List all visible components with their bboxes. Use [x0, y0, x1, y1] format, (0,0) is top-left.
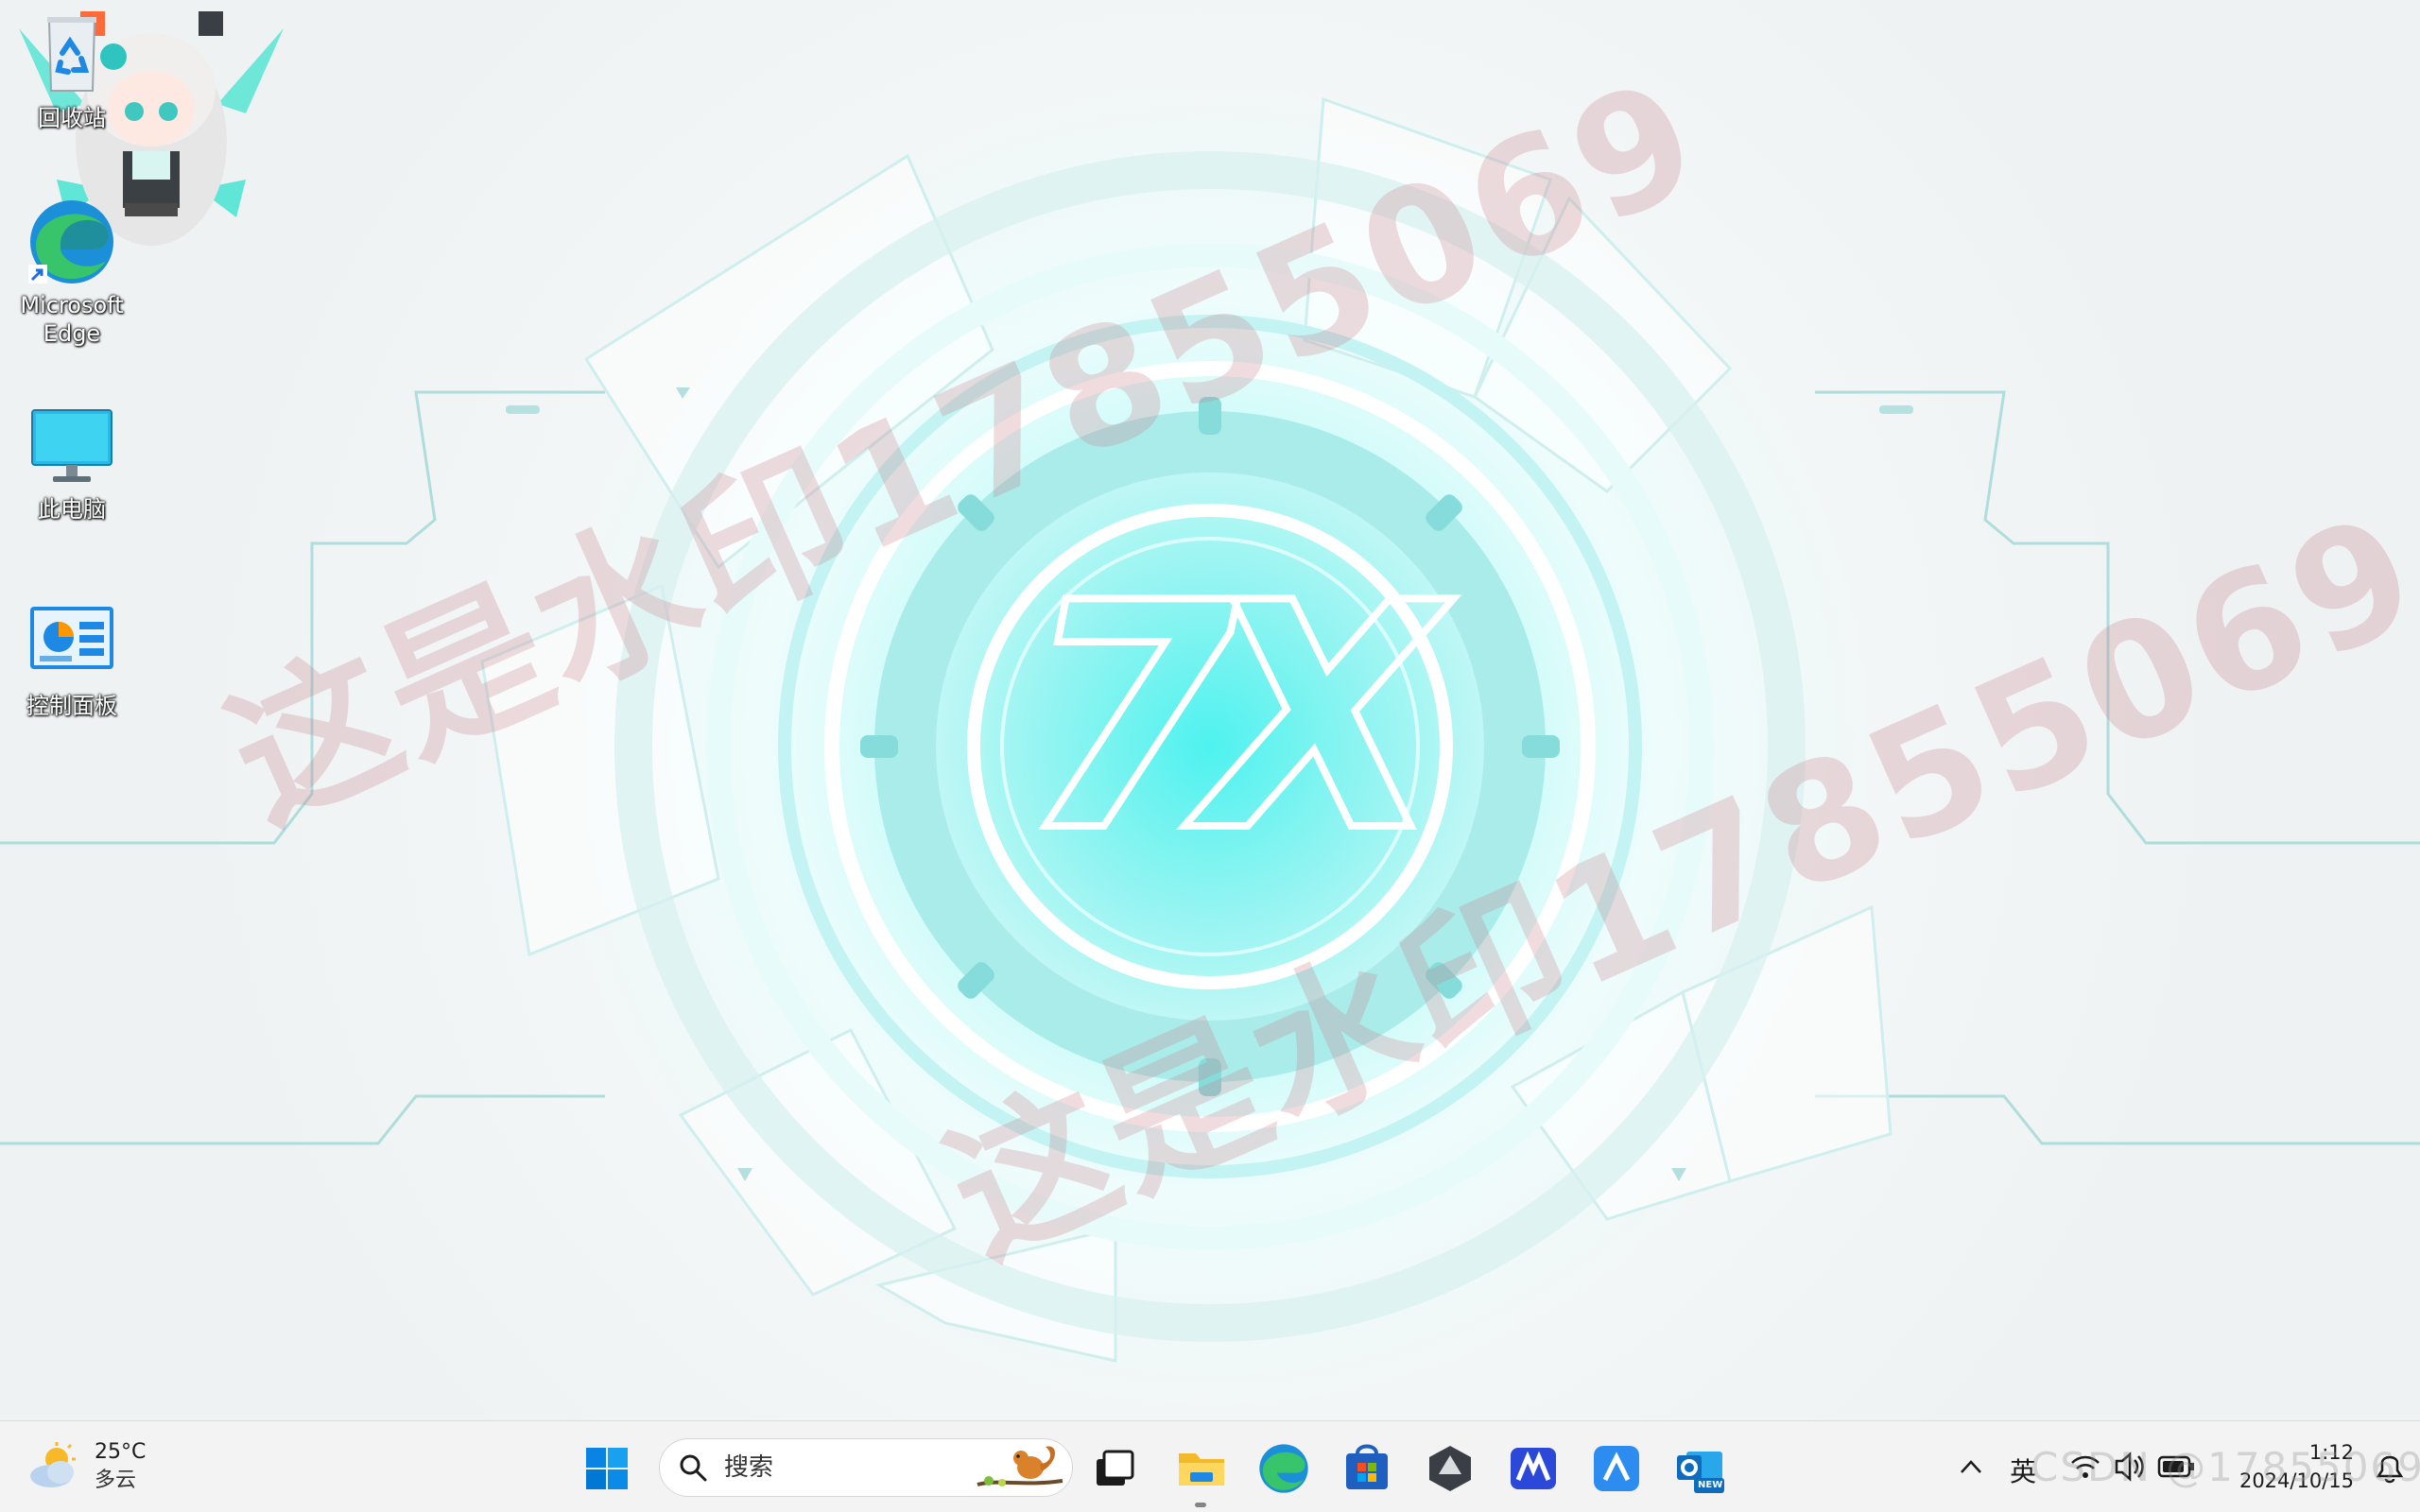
desktop-wallpaper: 7X 这是水印17855069 这是水印17855069 — [0, 0, 2420, 1420]
search-icon — [680, 1454, 707, 1482]
desktop-icon-control-panel[interactable]: 控制面板 — [9, 597, 134, 720]
weather-condition: 多云 — [95, 1469, 137, 1492]
taskbar-app-task-view[interactable] — [1087, 1442, 1140, 1495]
monitor-icon — [26, 401, 117, 491]
task-view-icon — [1097, 1450, 1134, 1486]
taskbar-app-blue[interactable] — [1590, 1442, 1643, 1495]
hexagon-icon — [1429, 1446, 1471, 1491]
running-indicator — [1195, 1503, 1206, 1507]
desktop-icon-label: 回收站 — [38, 105, 106, 131]
windows-logo-icon — [586, 1448, 628, 1489]
footer-watermark: CSDN @17855069 — [2031, 1444, 2420, 1490]
taskbar-app-microsoft-store[interactable] — [1340, 1442, 1393, 1495]
blue-app-icon — [1594, 1446, 1639, 1491]
cloud-sun-icon — [30, 1442, 76, 1487]
weather-widget[interactable]: 25°C 多云 — [28, 1436, 146, 1497]
outlook-new-badge: NEW — [1698, 1480, 1723, 1490]
desktop-icon-this-pc[interactable]: 此电脑 — [9, 401, 134, 524]
store-icon — [1346, 1444, 1388, 1489]
taskbar-app-outlook[interactable]: NEW — [1673, 1442, 1726, 1495]
folder-icon — [1179, 1453, 1224, 1486]
taskbar-app-ai[interactable] — [1507, 1442, 1560, 1495]
desktop-icon-edge[interactable]: Microsoft Edge — [9, 197, 134, 348]
taskbar-app-file-explorer[interactable] — [1175, 1442, 1228, 1495]
edge-icon — [26, 197, 117, 287]
wallpaper-logo: 7X — [1017, 533, 1444, 903]
taskbar-app-dark[interactable] — [1424, 1442, 1477, 1495]
weather-temperature: 25°C — [95, 1440, 147, 1464]
squirrel-highlight-icon — [977, 1446, 1063, 1486]
control-panel-icon — [26, 597, 117, 688]
desktop-icon-label: Microsoft Edge — [20, 292, 124, 347]
taskbar-search[interactable] — [659, 1438, 1073, 1497]
ai-app-icon — [1511, 1448, 1556, 1489]
chevron-up-icon[interactable] — [1959, 1457, 1983, 1476]
start-button[interactable] — [584, 1446, 630, 1491]
desktop-icon-label: 控制面板 — [26, 693, 117, 719]
edge-icon — [1259, 1444, 1308, 1493]
desktop-icon-label: 此电脑 — [38, 496, 106, 523]
desktop-icon-recycle-bin[interactable]: 回收站 — [9, 9, 134, 132]
taskbar-app-edge[interactable] — [1257, 1442, 1310, 1495]
search-input[interactable] — [724, 1453, 951, 1482]
recycle-bin-icon — [26, 9, 117, 100]
